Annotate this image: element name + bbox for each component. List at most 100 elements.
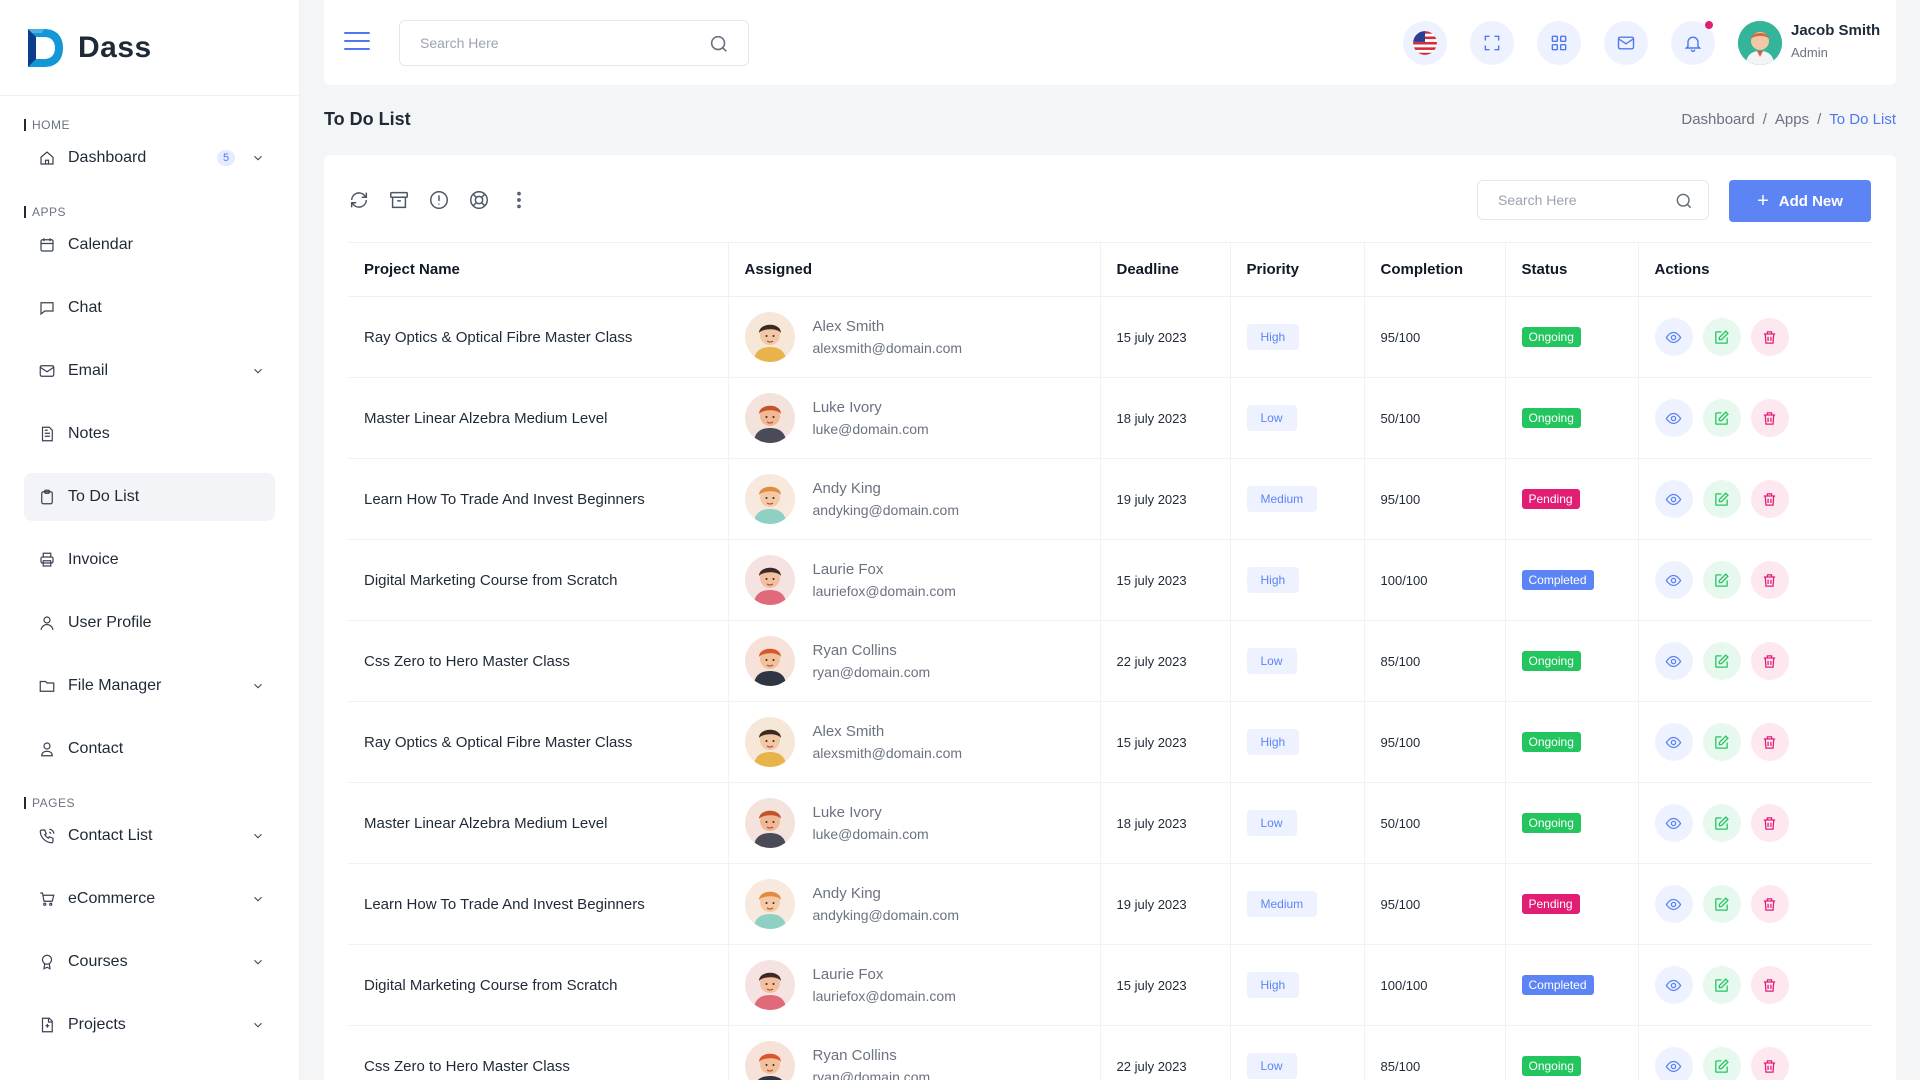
sidebar-item-ecommerce[interactable]: eCommerce bbox=[24, 875, 275, 923]
user-name[interactable]: Jacob Smith bbox=[1791, 22, 1880, 39]
edit-button[interactable] bbox=[1702, 723, 1741, 761]
chevron-down-icon[interactable] bbox=[251, 1018, 265, 1032]
sidebar-item-user-profile[interactable]: User Profile bbox=[24, 599, 275, 647]
edit-icon bbox=[1715, 329, 1729, 344]
delete-button[interactable] bbox=[1750, 480, 1789, 518]
chevron-down-icon[interactable] bbox=[251, 151, 265, 165]
file-icon bbox=[41, 1017, 53, 1033]
chevron-down-icon[interactable] bbox=[251, 679, 265, 693]
chevron-down-icon[interactable] bbox=[251, 892, 265, 906]
breadcrumb-apps[interactable]: Apps bbox=[1775, 111, 1809, 128]
view-button[interactable] bbox=[1654, 723, 1693, 761]
table-row[interactable]: Ray Optics & Optical Fibre Master Class A… bbox=[348, 701, 1872, 783]
add-new-button[interactable]: + Add New bbox=[1729, 180, 1871, 222]
table-row[interactable]: Learn How To Trade And Invest Beginners A… bbox=[348, 458, 1872, 540]
sidebar-item-file-manager[interactable]: File Manager bbox=[24, 662, 275, 710]
language-button[interactable] bbox=[1403, 21, 1447, 65]
edit-button[interactable] bbox=[1702, 399, 1741, 437]
chevron-down-icon[interactable] bbox=[251, 955, 265, 969]
archive-icon[interactable] bbox=[388, 189, 410, 211]
header-status[interactable]: Status bbox=[1504, 242, 1638, 297]
sidebar-item-label: Dashboard bbox=[68, 149, 147, 166]
search-icon[interactable] bbox=[1674, 191, 1694, 211]
messages-button[interactable] bbox=[1604, 21, 1648, 65]
table-row[interactable]: Css Zero to Hero Master Class Ryan Collin… bbox=[348, 620, 1872, 702]
sidebar-item-projects[interactable]: Projects bbox=[24, 1001, 275, 1049]
table-row[interactable]: Css Zero to Hero Master Class Ryan Collin… bbox=[348, 1025, 1872, 1080]
table-row[interactable]: Master Linear Alzebra Medium Level Luke I… bbox=[348, 377, 1872, 459]
edit-button[interactable] bbox=[1702, 561, 1741, 599]
header-project-name[interactable]: Project Name bbox=[348, 242, 728, 297]
view-button[interactable] bbox=[1654, 318, 1693, 356]
table-row[interactable]: Digital Marketing Course from Scratch Lau… bbox=[348, 539, 1872, 621]
refresh-icon[interactable] bbox=[348, 189, 370, 211]
table-search-input[interactable] bbox=[1498, 192, 1668, 208]
sidebar-item-to-do-list[interactable]: To Do List bbox=[24, 473, 275, 521]
sidebar-item-email[interactable]: Email bbox=[24, 347, 275, 395]
status-cell: Completed bbox=[1504, 539, 1638, 621]
edit-button[interactable] bbox=[1702, 480, 1741, 518]
sidebar-item-calendar[interactable]: Calendar bbox=[24, 221, 275, 269]
sidebar-item-dashboard[interactable]: Dashboard 5 bbox=[24, 134, 275, 182]
delete-button[interactable] bbox=[1750, 561, 1789, 599]
sidebar-item-label: Projects bbox=[68, 1016, 126, 1033]
sidebar-item-contact-list[interactable]: Contact List bbox=[24, 812, 275, 860]
view-button[interactable] bbox=[1654, 966, 1693, 1004]
edit-button[interactable] bbox=[1702, 804, 1741, 842]
table-row[interactable]: Ray Optics & Optical Fibre Master Class A… bbox=[348, 296, 1872, 378]
delete-button[interactable] bbox=[1750, 723, 1789, 761]
priority-cell: Medium bbox=[1229, 863, 1364, 945]
completion: 95/100 bbox=[1363, 863, 1505, 945]
view-button[interactable] bbox=[1654, 399, 1693, 437]
delete-button[interactable] bbox=[1750, 1047, 1789, 1080]
lifebuoy-icon[interactable] bbox=[468, 189, 490, 211]
sidebar-item-invoice[interactable]: Invoice bbox=[24, 536, 275, 584]
header-assigned[interactable]: Assigned bbox=[727, 242, 1100, 297]
avatar-illustration-icon bbox=[744, 555, 795, 605]
table-row[interactable]: Master Linear Alzebra Medium Level Luke I… bbox=[348, 782, 1872, 864]
view-button[interactable] bbox=[1654, 885, 1693, 923]
sidebar-item-courses[interactable]: Courses bbox=[24, 938, 275, 986]
header-completion[interactable]: Completion bbox=[1363, 242, 1505, 297]
search-icon[interactable] bbox=[708, 33, 730, 55]
breadcrumb-separator: / bbox=[1762, 111, 1767, 128]
edit-button[interactable] bbox=[1702, 1047, 1741, 1080]
delete-button[interactable] bbox=[1750, 966, 1789, 1004]
sidebar-item-label: To Do List bbox=[68, 488, 140, 505]
table-row[interactable]: Learn How To Trade And Invest Beginners A… bbox=[348, 863, 1872, 945]
view-button[interactable] bbox=[1654, 804, 1693, 842]
alert-icon[interactable] bbox=[428, 189, 450, 211]
more-vertical-icon[interactable] bbox=[508, 189, 530, 211]
edit-button[interactable] bbox=[1702, 966, 1741, 1004]
view-button[interactable] bbox=[1654, 642, 1693, 680]
breadcrumb-dashboard[interactable]: Dashboard bbox=[1681, 111, 1754, 128]
table-row[interactable]: Digital Marketing Course from Scratch Lau… bbox=[348, 944, 1872, 1026]
delete-button[interactable] bbox=[1750, 804, 1789, 842]
chevron-down-icon[interactable] bbox=[251, 829, 265, 843]
edit-button[interactable] bbox=[1702, 885, 1741, 923]
sidebar-item-chat[interactable]: Chat bbox=[24, 284, 275, 332]
view-button[interactable] bbox=[1654, 1047, 1693, 1080]
delete-button[interactable] bbox=[1750, 399, 1789, 437]
home-icon bbox=[40, 151, 54, 165]
sidebar-item-notes[interactable]: Notes bbox=[24, 410, 275, 458]
view-button[interactable] bbox=[1654, 561, 1693, 599]
brand[interactable]: Dass bbox=[0, 0, 299, 96]
chevron-down-icon[interactable] bbox=[251, 364, 265, 378]
apps-button[interactable] bbox=[1537, 21, 1581, 65]
fullscreen-button[interactable] bbox=[1470, 21, 1514, 65]
user-avatar[interactable] bbox=[1738, 21, 1782, 65]
edit-button[interactable] bbox=[1702, 318, 1741, 356]
header-search-input[interactable] bbox=[420, 35, 700, 51]
notifications-button[interactable] bbox=[1671, 21, 1715, 65]
delete-button[interactable] bbox=[1750, 318, 1789, 356]
delete-button[interactable] bbox=[1750, 642, 1789, 680]
sidebar-item-contact[interactable]: Contact bbox=[24, 725, 275, 773]
assignee-name: Luke Ivory bbox=[812, 399, 882, 416]
delete-button[interactable] bbox=[1750, 885, 1789, 923]
view-button[interactable] bbox=[1654, 480, 1693, 518]
header-deadline[interactable]: Deadline bbox=[1099, 242, 1230, 297]
edit-button[interactable] bbox=[1702, 642, 1741, 680]
header-priority[interactable]: Priority bbox=[1229, 242, 1364, 297]
menu-toggle-icon[interactable] bbox=[344, 32, 370, 52]
